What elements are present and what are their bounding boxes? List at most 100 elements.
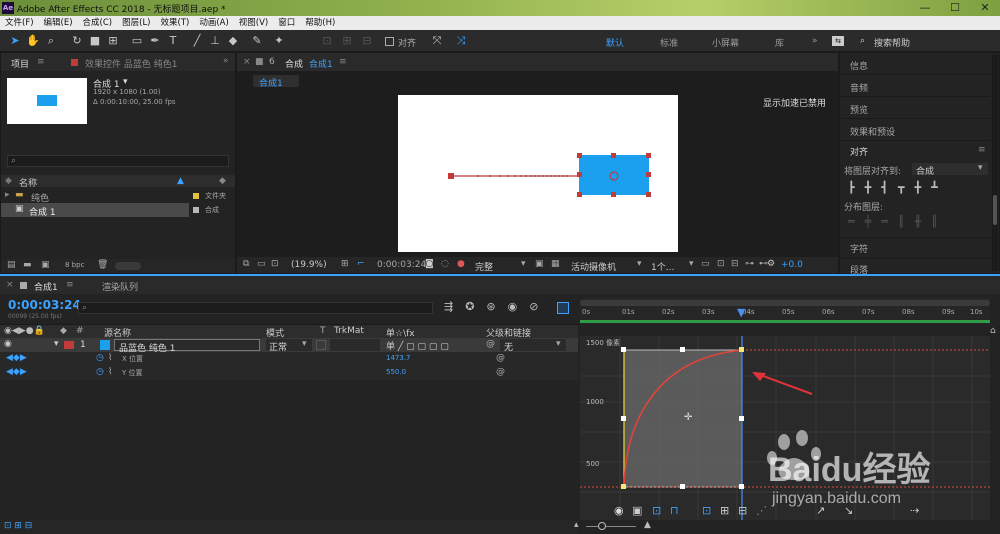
close-icon[interactable]: ✕ — [970, 0, 1000, 16]
channel-icon[interactable]: ● — [457, 259, 465, 269]
expression-pickwhip-icon[interactable]: @ — [496, 353, 505, 363]
text-tool-icon[interactable]: T — [166, 34, 180, 48]
monitor-icon[interactable]: ▭ — [257, 259, 266, 269]
puppet-pin-icon[interactable]: ✦ — [272, 34, 286, 48]
effects-presets-tab[interactable]: 效果和预设 — [850, 125, 895, 138]
trkmat-header[interactable]: TrkMat — [334, 326, 364, 336]
trash-icon[interactable]: 🗑 — [97, 260, 108, 270]
timeline-switch-icons[interactable]: ⇶✪⊛◉⊘ — [444, 300, 550, 313]
trkmat-select[interactable] — [330, 339, 380, 351]
layer-switches[interactable]: 单 ╱ ▢ ▢ ▢ ▢ — [386, 339, 449, 352]
label-column-icon[interactable]: ◆ — [219, 176, 226, 186]
zoom-track[interactable] — [586, 526, 636, 527]
property-value[interactable]: 550.0 — [386, 368, 406, 376]
twirl-down-icon[interactable]: ▾ — [54, 339, 59, 349]
menu-help[interactable]: 帮助(H) — [300, 16, 340, 30]
exposure-value[interactable]: +0.0 — [781, 260, 803, 270]
layer-row[interactable]: ◉ ▾ 1 品蓝色 纯色 1 正常 ▾ 单 ╱ ▢ ▢ ▢ ▢ @ 无 ▾ — [0, 338, 578, 354]
thumbnail-slider[interactable] — [115, 262, 141, 270]
selection-tool-icon[interactable]: ➤ — [8, 34, 22, 48]
info-panel-tab[interactable]: 信息 — [850, 59, 868, 72]
pickwhip-icon[interactable]: @ — [486, 339, 495, 349]
new-comp-icon[interactable]: ▣ — [41, 260, 50, 270]
property-row-y[interactable]: ◀◆▶ ◷ ⌇ Y 位置 550.0 @ — [0, 366, 578, 380]
workspace-library[interactable]: 库 — [775, 36, 784, 49]
workspace-default[interactable]: 默认 — [606, 36, 624, 49]
roto-brush-icon[interactable]: ✎ — [250, 34, 264, 48]
region-of-interest-icon[interactable]: ▣ — [535, 259, 544, 269]
timeline-tab[interactable]: 合成1 — [34, 280, 58, 293]
new-folder-icon[interactable]: ▬ — [23, 260, 32, 270]
stopwatch-icon[interactable]: ◷ — [96, 353, 104, 363]
graph-icon[interactable]: ⌇ — [108, 367, 112, 377]
playhead-marker-icon[interactable]: ▼ — [737, 306, 745, 319]
zoom-tool-icon[interactable]: ⌕ — [44, 34, 58, 48]
keyframe-start[interactable] — [448, 173, 454, 179]
hand-tool-icon[interactable]: ✋ — [26, 34, 40, 48]
panel-menu-icon[interactable]: ≡ — [66, 280, 74, 290]
parent-select[interactable]: 无 ▾ — [500, 339, 566, 353]
character-panel-tab[interactable]: 字符 — [850, 242, 868, 255]
resolution-select[interactable]: 完整 — [475, 260, 493, 273]
comp-canvas[interactable] — [398, 95, 678, 252]
transparency-grid-icon[interactable]: ▦ — [551, 259, 560, 269]
viewer-timecode[interactable]: 0:00:03:24 — [377, 260, 426, 270]
toggle-panes-icons[interactable]: ⊡ ⊞ ⊟ — [4, 521, 32, 531]
show-snapshot-icon[interactable]: ◌ — [441, 259, 449, 269]
interpret-footage-icon[interactable]: ▤ — [7, 260, 16, 270]
zoom-slider[interactable]: ▴ ▲ — [574, 520, 990, 532]
render-queue-tab[interactable]: 渲染队列 — [102, 280, 138, 293]
camera-select[interactable]: 活动摄像机 — [571, 260, 616, 273]
choose-property-icon[interactable]: ◉ — [614, 504, 624, 517]
view-layout-select[interactable]: 1个... — [651, 260, 674, 273]
chevron-down-icon[interactable]: ▾ — [637, 259, 642, 269]
mask-visibility-icon[interactable]: ⌐ — [357, 259, 365, 269]
audio-panel-tab[interactable]: 音频 — [850, 81, 868, 94]
chevron-down-icon[interactable]: ▾ — [689, 259, 694, 269]
keyframe-nav-icon[interactable]: ◀◆▶ — [6, 367, 27, 377]
safe-margins-icon[interactable]: ⊞ — [341, 259, 349, 269]
preserve-transparency-checkbox[interactable] — [316, 340, 326, 350]
current-timecode[interactable]: 0:00:03:24 — [8, 298, 81, 312]
menu-effect[interactable]: 效果(T) — [156, 16, 195, 30]
blend-mode-select[interactable]: 正常 ▾ — [266, 339, 312, 353]
separate-dimensions-icon[interactable]: ⊟ — [738, 504, 747, 517]
toggle-pixel-aspect-icon[interactable]: ▭ — [701, 259, 710, 269]
property-value[interactable]: 1473.7 — [386, 354, 411, 362]
visibility-eye-icon[interactable]: ◉ — [4, 339, 12, 349]
graph-icon[interactable]: ⌇ — [108, 353, 112, 363]
project-item-comp[interactable]: ▣ 合成 1 — [1, 203, 189, 218]
project-search-input[interactable]: ⌕ — [7, 155, 229, 167]
clone-stamp-icon[interactable]: ⊥ — [208, 34, 222, 48]
zoom-handle[interactable] — [598, 522, 606, 530]
expand-icon[interactable]: » — [223, 56, 229, 66]
comp-flowchart-icon[interactable]: ⊶ — [745, 259, 754, 269]
menu-layer[interactable]: 图层(L) — [117, 16, 155, 30]
panel-menu-icon[interactable]: ≡ — [37, 57, 45, 67]
align-to-select[interactable]: 合成 ▾ — [912, 163, 988, 177]
menu-view[interactable]: 视图(V) — [234, 16, 273, 30]
viewer-comp-tab[interactable]: 合成1 — [309, 57, 333, 70]
lock-icon[interactable]: ■ — [255, 57, 264, 67]
project-item-folder[interactable]: ▸ ▬ 纯色 文件夹 — [1, 189, 235, 204]
chevron-down-icon[interactable]: ▾ — [521, 259, 526, 269]
bit-depth-label[interactable]: 8 bpc — [65, 261, 84, 269]
close-tab-icon[interactable]: × — [6, 280, 14, 290]
sync-settings-icon[interactable]: ⇆ — [832, 36, 844, 46]
menu-composition[interactable]: 合成(C) — [78, 16, 118, 30]
rectangle-tool-icon[interactable]: ▭ — [130, 34, 144, 48]
keyframe-nav-icon[interactable]: ◀◆▶ — [6, 353, 27, 363]
stopwatch-icon[interactable]: ◷ — [96, 367, 104, 377]
layer-label-color[interactable] — [64, 341, 74, 349]
menu-animation[interactable]: 动画(A) — [194, 16, 233, 30]
snap-options-icon[interactable]: ⤨ — [454, 34, 468, 48]
brush-tool-icon[interactable]: ╱ — [190, 34, 204, 48]
timeline-icon[interactable]: ⊟ — [731, 259, 739, 269]
graph-editor-icon[interactable] — [557, 302, 569, 314]
eraser-tool-icon[interactable]: ◆ — [226, 34, 240, 48]
axis-local-icon[interactable]: ⊡ — [320, 34, 334, 48]
graph-type-icon[interactable]: ▣ — [632, 504, 642, 517]
pen-tool-icon[interactable]: ✒ — [148, 34, 162, 48]
minimize-icon[interactable]: — — [910, 0, 940, 16]
snap-icon[interactable]: ⤧ — [430, 34, 444, 48]
